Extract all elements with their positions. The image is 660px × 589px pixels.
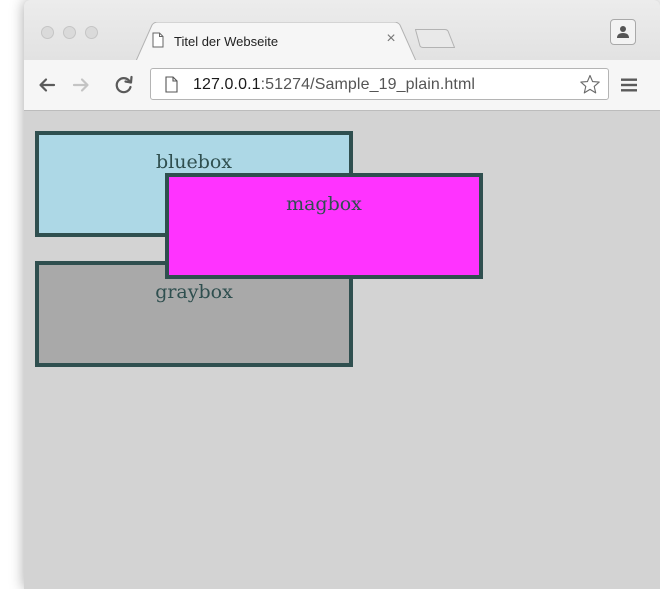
page-icon — [152, 32, 164, 48]
page-icon — [165, 76, 178, 93]
reload-icon[interactable] — [113, 74, 135, 96]
magbox: magbox — [165, 173, 483, 279]
tab-title: Titel der Webseite — [174, 34, 279, 49]
url-path: :51274/Sample_19_plain.html — [260, 76, 476, 93]
url-text: 127.0.0.1:51274/Sample_19_plain.html — [193, 76, 475, 94]
new-tab-button[interactable] — [415, 29, 455, 48]
menu-icon[interactable] — [620, 77, 638, 93]
bluebox-label: bluebox — [155, 151, 233, 173]
browser-toolbar: 127.0.0.1:51274/Sample_19_plain.html — [24, 60, 660, 111]
close-window-button[interactable] — [41, 26, 54, 39]
back-arrow-icon[interactable] — [36, 74, 58, 96]
profile-icon — [617, 26, 629, 38]
forward-arrow-icon[interactable] — [70, 74, 92, 96]
maximize-window-button[interactable] — [85, 26, 98, 39]
page-viewport: bluebox graybox magbox — [24, 111, 660, 589]
star-icon[interactable] — [579, 74, 601, 95]
minimize-window-button[interactable] — [63, 26, 76, 39]
tab-close-icon[interactable]: × — [384, 30, 398, 48]
address-bar[interactable]: 127.0.0.1:51274/Sample_19_plain.html — [150, 68, 609, 100]
tab-strip: Titel der Webseite × — [24, 0, 660, 61]
profile-button[interactable] — [610, 19, 636, 45]
browser-window: Titel der Webseite × 127.0.0.1:51274/Sam… — [24, 0, 660, 589]
magbox-label: magbox — [286, 193, 362, 215]
url-host: 127.0.0.1 — [193, 76, 261, 93]
graybox-label: graybox — [155, 281, 233, 303]
